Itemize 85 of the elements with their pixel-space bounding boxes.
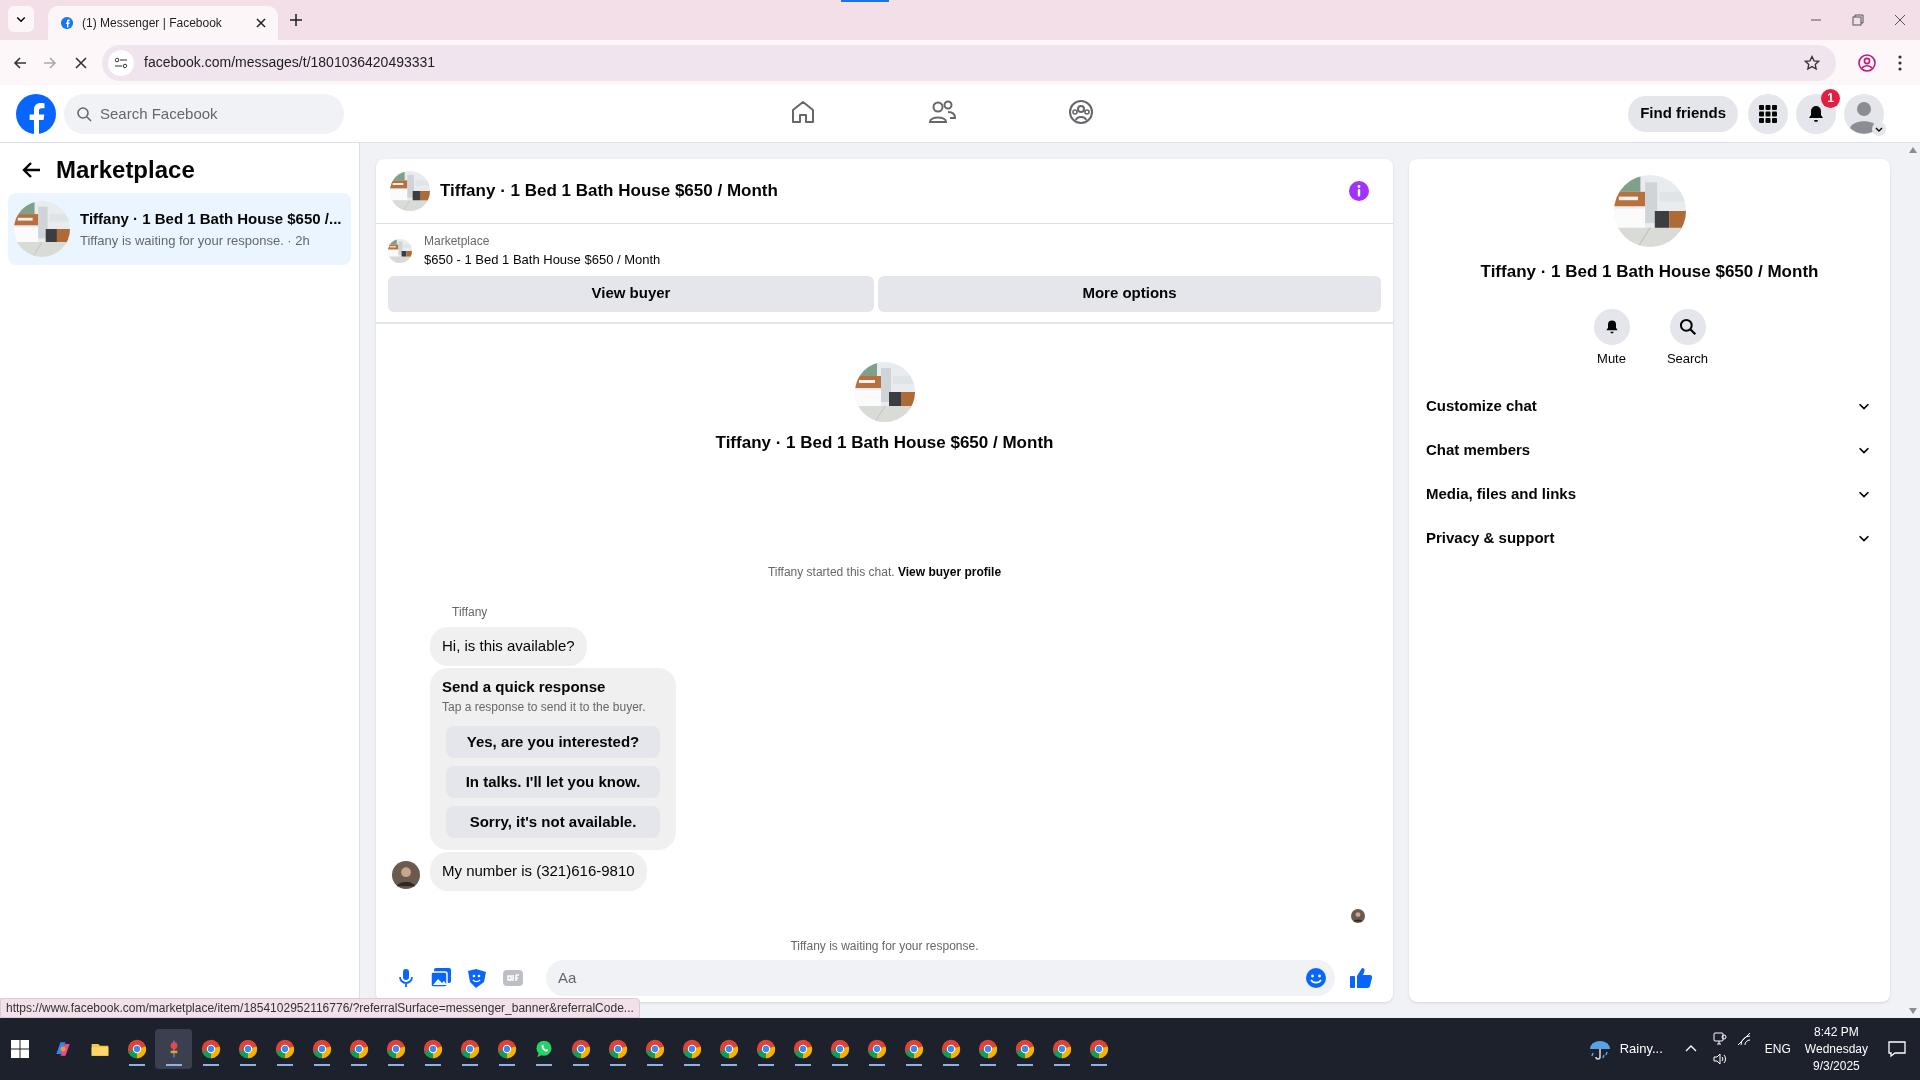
new-tab-icon[interactable] (290, 14, 302, 26)
card-title: Send a quick response (442, 676, 607, 697)
card-subtitle: Tap a response to send it to the buyer. (442, 699, 647, 716)
view-buyer-profile-link[interactable]: View buyer profile (897, 565, 1002, 579)
account-button[interactable] (1844, 93, 1884, 134)
caret-icon (1872, 121, 1886, 136)
section-row[interactable]: Chat members (1425, 428, 1874, 472)
section-label: Customize chat (1426, 395, 1537, 416)
message-bubble: My number is (321)616-9810 (430, 852, 647, 891)
search-icon (1678, 317, 1697, 336)
section-label: Privacy & support (1426, 527, 1555, 548)
thumbs-up-icon[interactable] (1349, 965, 1373, 990)
search-field[interactable]: Search Facebook (64, 93, 344, 134)
volume-icon[interactable] (1712, 1052, 1727, 1066)
system-note: Tiffany started this chat. View buyer profile (767, 564, 1002, 581)
search-button[interactable] (1669, 308, 1706, 345)
site-settings-icon[interactable] (108, 49, 134, 76)
conversation-item[interactable]: Tiffany · 1 Bed 1 Bath House $650 /... Tiffany is waiting for your response. · 2h (8, 193, 351, 265)
stop-icon[interactable] (74, 55, 88, 70)
menu-button[interactable] (1748, 93, 1788, 134)
sidebar-title: Marketplace (56, 155, 195, 185)
notifications-icon[interactable] (1888, 1040, 1906, 1058)
section-row[interactable]: Privacy & support (1425, 516, 1874, 560)
sender-name: Tiffany (452, 605, 488, 619)
browser-tab[interactable]: (1) Messenger | Facebook (48, 6, 278, 40)
notification-badge: 1 (1821, 88, 1840, 108)
section-label: Chat members (1426, 439, 1531, 460)
section-row[interactable]: Media, files and links (1425, 472, 1874, 516)
chat-title: Tiffany · 1 Bed 1 Bath House $650 / Month (440, 180, 779, 203)
quick-response-button[interactable]: Yes, are you interested? (446, 726, 660, 758)
meet-icon[interactable] (1712, 1032, 1727, 1046)
tab-list-button[interactable] (8, 6, 34, 32)
avatar (392, 860, 420, 889)
quick-response-button[interactable]: In talks. I'll let you know. (446, 766, 660, 798)
more-options-button[interactable]: More options (878, 275, 1381, 312)
find-friends-button[interactable]: Find friends (1628, 95, 1738, 132)
section-row[interactable]: Customize chat (1425, 384, 1874, 428)
action-label: Mute (1597, 349, 1626, 368)
more-icon[interactable] (1898, 54, 1902, 71)
view-buyer-button[interactable]: View buyer (388, 275, 874, 312)
address-bar[interactable]: facebook.com/messages/t/1801036420493331 (102, 44, 1836, 81)
listing-title: $650 - 1 Bed 1 Bath House $650 / Month (424, 251, 661, 269)
close-icon[interactable] (256, 18, 266, 28)
details-title: Tiffany · 1 Bed 1 Bath House $650 / Month (1480, 261, 1819, 283)
mute-button[interactable] (1593, 308, 1630, 345)
waiting-note: Tiffany is waiting for your response. (790, 937, 979, 955)
search-icon (76, 105, 92, 122)
banner-label: Marketplace (424, 233, 491, 250)
emoji-icon[interactable] (1305, 966, 1327, 989)
back-icon[interactable] (22, 160, 42, 180)
weather-text[interactable]: Rainy... (1619, 1039, 1663, 1059)
info-icon[interactable] (1349, 181, 1369, 201)
app-icon[interactable] (155, 1029, 192, 1069)
tab-title: (1) Messenger | Facebook (82, 15, 223, 32)
bell-icon (1806, 103, 1826, 124)
friends-icon[interactable] (928, 99, 956, 125)
section-label: Media, files and links (1426, 483, 1577, 504)
microphone-icon[interactable] (396, 967, 416, 988)
groups-icon[interactable] (1068, 99, 1094, 125)
wifi-icon[interactable] (1736, 1032, 1751, 1046)
home-icon[interactable] (790, 99, 816, 125)
start-icon[interactable] (11, 1040, 29, 1058)
intro-title: Tiffany · 1 Bed 1 Bath House $650 / Month (715, 431, 1054, 454)
quick-response-button[interactable]: Sorry, it's not available. (446, 806, 660, 838)
scroll-down-icon[interactable] (1908, 1008, 1917, 1014)
message-input[interactable]: Aa (546, 959, 1335, 996)
scroll-up-icon[interactable] (1908, 147, 1917, 153)
image-icon[interactable] (430, 966, 452, 989)
conversation-preview: Tiffany is waiting for your response. · 2h (80, 231, 311, 250)
url-text: facebook.com/messages/t/1801036420493331 (144, 53, 437, 72)
grid-icon (1759, 104, 1777, 123)
clock[interactable]: 8:42 PM Wednesday 9/3/2025 (1804, 1023, 1868, 1075)
facebook-logo[interactable] (16, 93, 56, 134)
action-label: Search (1666, 349, 1709, 368)
messenger-icon (60, 16, 74, 30)
restore-icon[interactable] (1852, 14, 1864, 26)
sticker-icon[interactable] (466, 966, 488, 989)
profile-icon[interactable] (1858, 53, 1876, 72)
language-indicator[interactable]: ENG (1764, 1040, 1791, 1058)
avatar (1351, 908, 1365, 923)
message-bubble: Hi, is this available? (430, 627, 587, 666)
conversation-title: Tiffany · 1 Bed 1 Bath House $650 /... (80, 209, 342, 229)
bookmark-star-icon[interactable] (1804, 54, 1820, 71)
status-url: https://www.facebook.com/marketplace/item/1854102952116776/?referralSurface=messenger_banner&referralCode... (0, 998, 640, 1018)
back-icon[interactable] (12, 54, 28, 71)
